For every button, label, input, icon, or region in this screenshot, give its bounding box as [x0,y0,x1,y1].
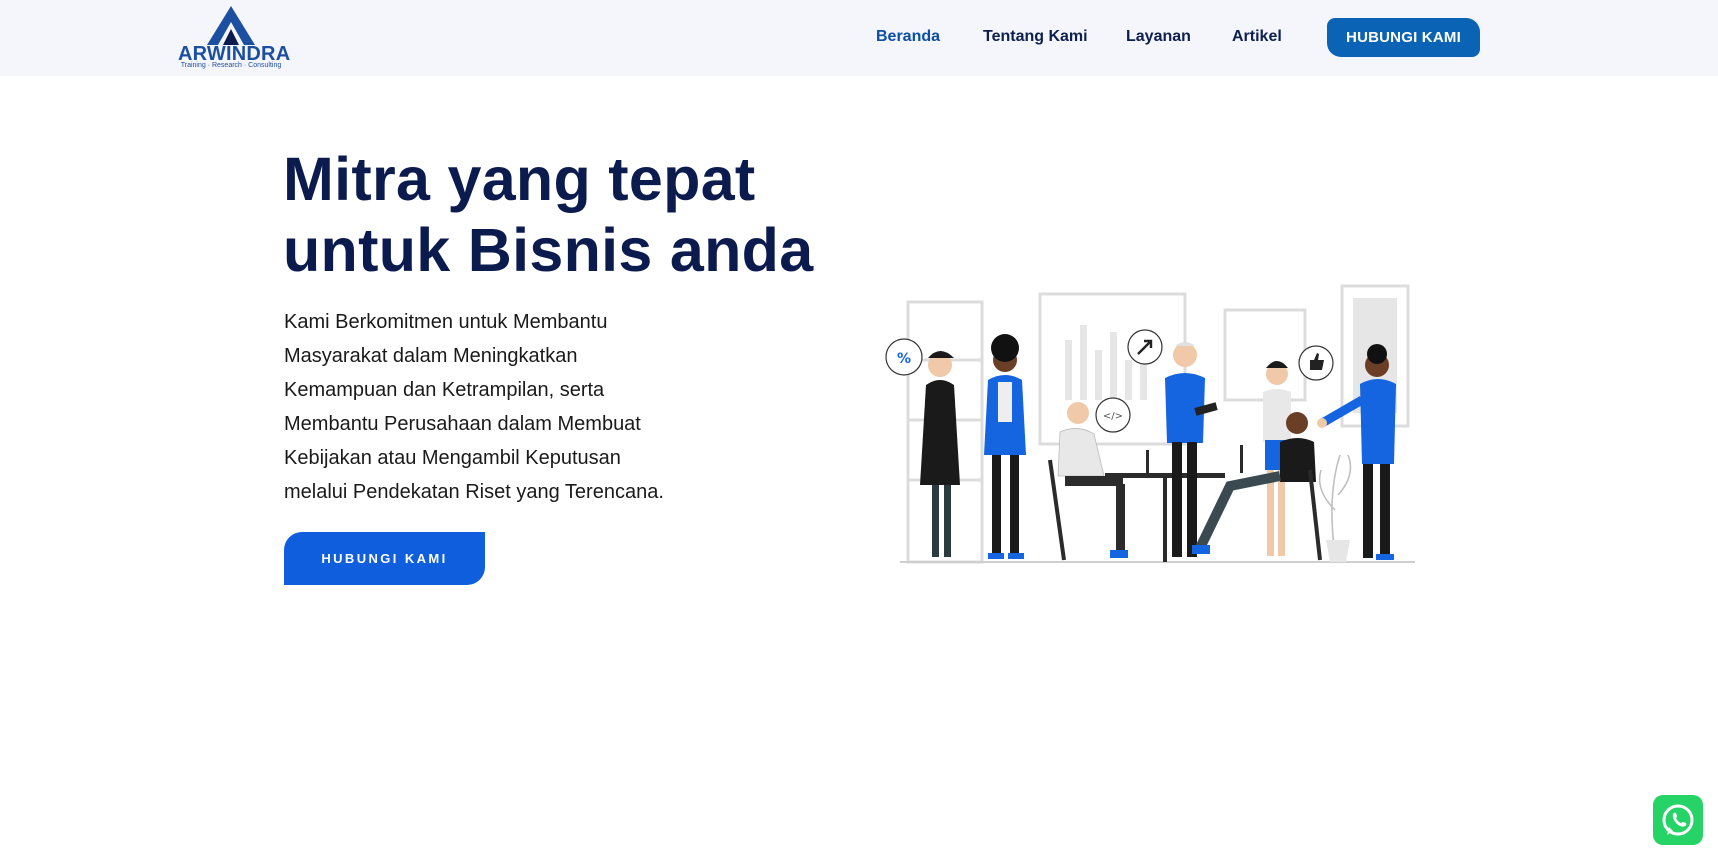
logo-triangle-icon [207,6,255,45]
whatsapp-button[interactable] [1653,795,1703,845]
logo[interactable]: ARWINDRA Training · Research · Consultin… [178,5,290,71]
team-meeting-illustration: % </> [885,284,1415,564]
nav-layanan[interactable]: Layanan [1126,28,1191,46]
whatsapp-icon [1662,804,1694,836]
hero-title: Mitra yang tepat untuk Bisnis anda [283,144,843,286]
logo-tagline: Training · Research · Consulting [180,62,282,69]
hero-title-line2: untuk Bisnis anda [283,216,814,284]
bubble-percent: % [897,351,911,367]
site-header: ARWINDRA Training · Research · Consultin… [0,0,1718,76]
header-contact-button[interactable]: HUBUNGI KAMI [1327,18,1480,57]
hero-contact-button[interactable]: HUBUNGI KAMI [284,532,485,585]
hero-title-line1: Mitra yang tepat [283,145,756,213]
bubble-code: </> [1103,411,1123,422]
nav-beranda[interactable]: Beranda [876,28,940,46]
hero-description: Kami Berkomitmen untuk Membantu Masyarak… [284,311,664,503]
nav-tentang-kami[interactable]: Tentang Kami [983,28,1088,46]
nav-artikel[interactable]: Artikel [1232,28,1282,46]
